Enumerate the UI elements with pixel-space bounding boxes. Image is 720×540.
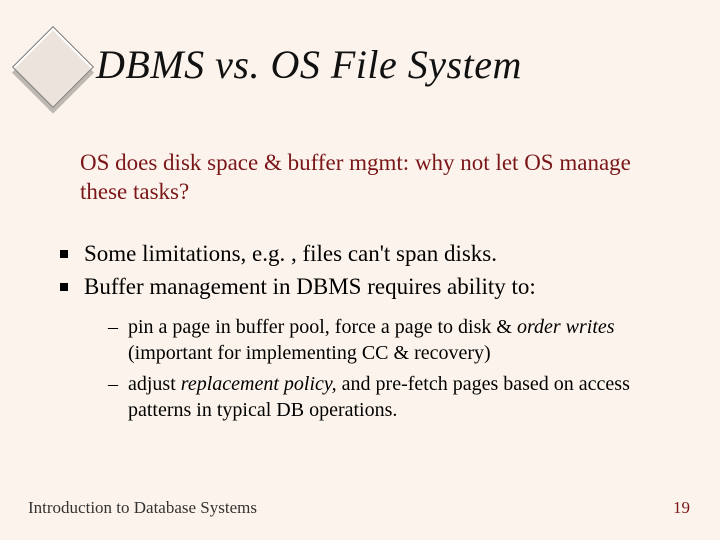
slide-subtitle: OS does disk space & buffer mgmt: why no… (80, 148, 660, 207)
subbullet-item: – pin a page in buffer pool, force a pag… (108, 314, 670, 367)
dash-bullet-icon: – (108, 371, 118, 424)
subbullet-item: – adjust replacement policy, and pre-fet… (108, 371, 670, 424)
subbullet-text: pin a page in buffer pool, force a page … (128, 314, 670, 367)
slide-title: DBMS vs. OS File System (96, 41, 522, 88)
title-row: DBMS vs. OS File System (30, 38, 690, 96)
bullet-text: Buffer management in DBMS requires abili… (84, 271, 536, 302)
square-bullet-icon (60, 250, 68, 258)
bullet-text: Some limitations, e.g. , files can't spa… (84, 238, 497, 269)
diamond-icon (12, 26, 94, 108)
subbullet-list: – pin a page in buffer pool, force a pag… (108, 314, 670, 428)
dash-bullet-icon: – (108, 314, 118, 367)
bullet-item: Some limitations, e.g. , files can't spa… (60, 238, 670, 269)
bullet-list: Some limitations, e.g. , files can't spa… (60, 238, 670, 304)
bullet-item: Buffer management in DBMS requires abili… (60, 271, 670, 302)
square-bullet-icon (60, 283, 68, 291)
slide-number: 19 (673, 498, 690, 518)
footer-left: Introduction to Database Systems (28, 498, 257, 518)
subbullet-text: adjust replacement policy, and pre-fetch… (128, 371, 670, 424)
